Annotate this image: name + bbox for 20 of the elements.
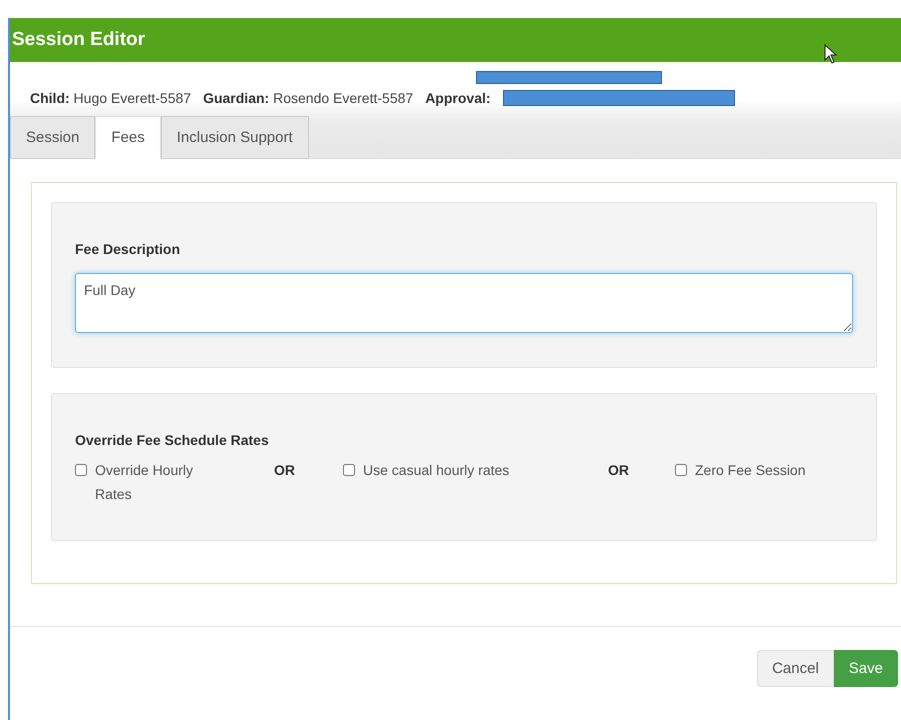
tab[interactable]: Inclusion Support xyxy=(160,116,309,159)
info-label: Approval: xyxy=(425,90,491,106)
field-label: Fee Description xyxy=(75,241,182,257)
checkbox[interactable] xyxy=(75,464,87,476)
checkbox[interactable] xyxy=(675,464,687,476)
or-text: OR xyxy=(274,461,296,480)
option-label: Zero Fee Session xyxy=(695,461,806,480)
or-text: OR xyxy=(608,461,630,480)
info-text: Child: Hugo Everett-5587 xyxy=(30,90,192,106)
cursor-icon xyxy=(824,44,838,64)
info-text: Guardian: Rosendo Everett-5587 xyxy=(203,90,414,106)
section-title: Override Fee Schedule Rates xyxy=(75,432,270,448)
tab[interactable]: Fees xyxy=(95,116,161,159)
option-label: Override Hourly Rates xyxy=(95,461,194,504)
cancel-button[interactable]: Cancel xyxy=(757,650,834,687)
fee-description-field[interactable]: Full Day xyxy=(75,273,853,333)
option-label: Use casual hourly rates xyxy=(363,461,510,480)
window-title: Session Editor xyxy=(12,29,146,51)
tab[interactable]: Session xyxy=(10,116,96,159)
checkbox[interactable] xyxy=(343,464,355,476)
